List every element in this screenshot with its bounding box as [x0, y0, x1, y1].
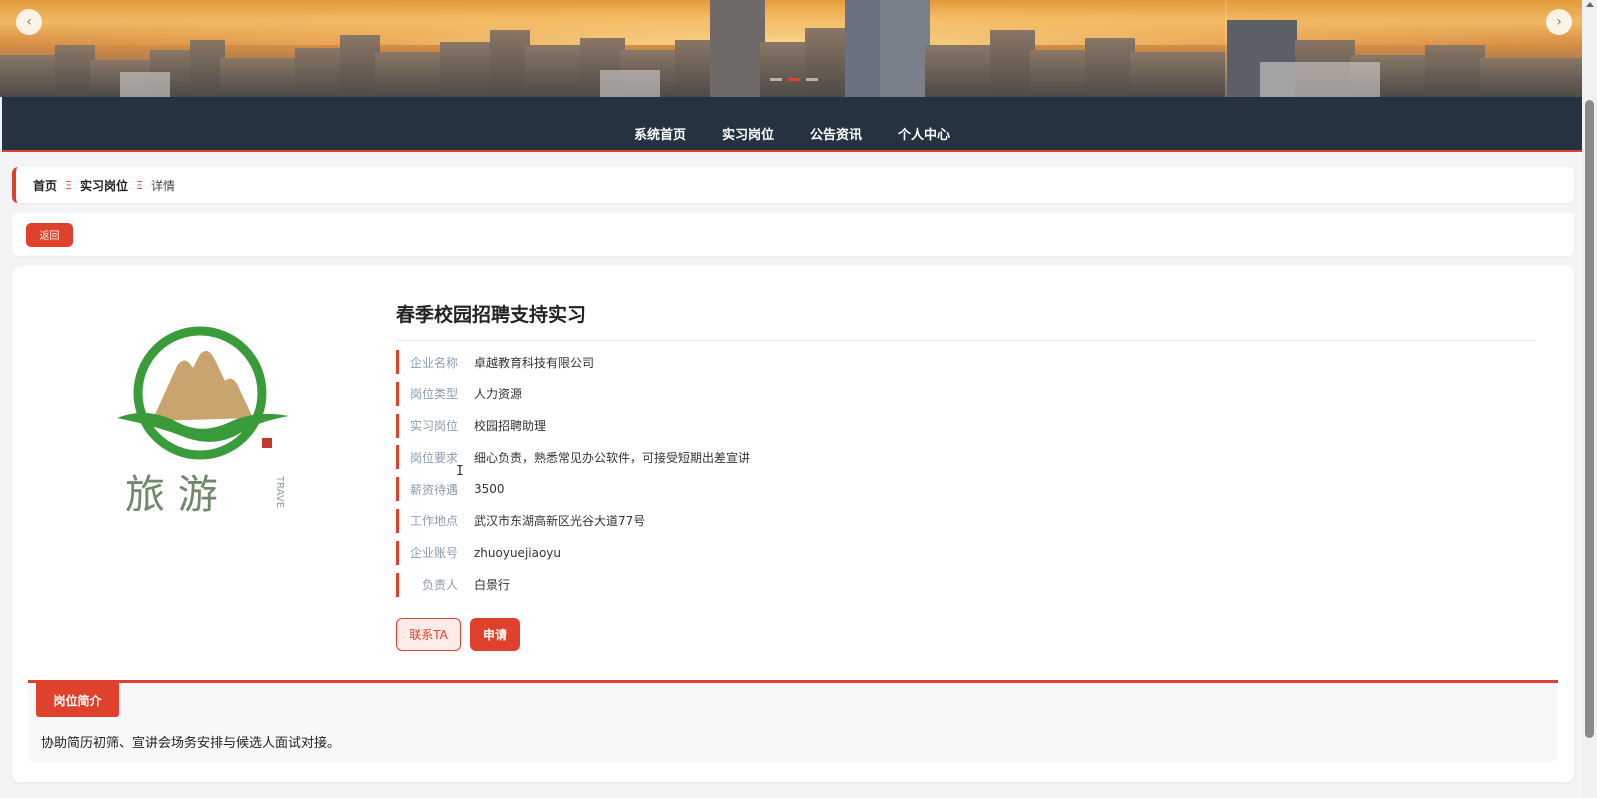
- job-title: 春季校园招聘支持实习: [396, 304, 587, 326]
- info-label: 岗位类型: [409, 387, 458, 402]
- info-row-account: 企业账号 zhuoyuejiaoyu: [396, 540, 750, 565]
- job-detail-card: 旅 游 TRAVE 春季校园招聘支持实习 企业名称 卓越教育科技有限公司 岗位类…: [12, 266, 1574, 782]
- city-skyline-image: [0, 0, 1582, 97]
- nav-item-home[interactable]: 系统首页: [616, 124, 704, 143]
- logo-text: 旅 游: [125, 472, 218, 518]
- text-cursor-icon: I: [456, 464, 464, 479]
- info-value: 卓越教育科技有限公司: [474, 355, 595, 370]
- info-row-job-type: 岗位类型 人力资源: [396, 381, 750, 406]
- page-scrollbar[interactable]: [1582, 0, 1597, 798]
- info-value: 3500: [474, 482, 505, 497]
- carousel-dot[interactable]: [770, 78, 782, 81]
- nav-item-announcements[interactable]: 公告资讯: [792, 124, 880, 143]
- info-row-requirements: 岗位要求 细心负责，熟悉常见办公软件，可接受短期出差宣讲: [396, 445, 751, 470]
- nav-item-profile[interactable]: 个人中心: [880, 124, 968, 143]
- hero-banner: ‹ ›: [0, 0, 1582, 97]
- info-label: 企业名称: [409, 355, 458, 370]
- back-button[interactable]: 返回: [26, 222, 73, 247]
- job-description-section: 岗位简介 协助简历初筛、宣讲会场务安排与候选人面试对接。: [28, 680, 1558, 762]
- breadcrumb-separator-icon: Ξ: [65, 178, 72, 192]
- chevron-right-icon: ›: [1556, 14, 1562, 30]
- carousel-indicators: [770, 78, 818, 81]
- info-label: 实习岗位: [409, 419, 458, 434]
- info-row-location: 工作地点 武汉市东湖高新区光谷大道77号: [396, 508, 750, 533]
- info-value: 细心负责，熟悉常见办公软件，可接受短期出差宣讲: [474, 450, 751, 465]
- scrollbar-thumb[interactable]: [1585, 100, 1594, 738]
- job-description-text: 协助简历初筛、宣讲会场务安排与候选人面试对接。: [41, 736, 341, 751]
- info-value: 人力资源: [474, 387, 523, 402]
- chevron-left-icon: ‹: [26, 14, 32, 30]
- tab-job-description[interactable]: 岗位简介: [36, 683, 119, 717]
- carousel-prev-button[interactable]: ‹: [16, 9, 42, 35]
- info-value: 白景行: [474, 578, 511, 593]
- info-row-contact-person: 负责人 白景行: [396, 572, 750, 597]
- breadcrumb-current: 详情: [150, 178, 175, 193]
- info-row-company: 企业名称 卓越教育科技有限公司: [396, 350, 750, 374]
- info-row-position: 实习岗位 校园招聘助理: [396, 413, 750, 438]
- info-row-salary: 薪资待遇 3500: [396, 477, 750, 502]
- nav-item-internships[interactable]: 实习岗位: [704, 124, 792, 143]
- job-actions: 联系TA 申请: [396, 618, 520, 651]
- info-label: 企业账号: [409, 546, 458, 561]
- info-label: 工作地点: [409, 514, 458, 529]
- carousel-dot[interactable]: [806, 78, 818, 81]
- info-value: 校园招聘助理: [474, 419, 547, 434]
- title-divider: [396, 340, 1536, 341]
- main-nav: 系统首页 实习岗位 公告资讯 个人中心: [2, 97, 1582, 152]
- back-toolbar: 返回: [12, 213, 1574, 256]
- logo-side-text: TRAVE: [274, 475, 285, 508]
- info-label: 薪资待遇: [409, 482, 458, 497]
- carousel-dot-active[interactable]: [788, 78, 800, 81]
- job-info-list: 企业名称 卓越教育科技有限公司 岗位类型 人力资源 实习岗位 校园招聘助理 岗位…: [396, 350, 750, 604]
- contact-button[interactable]: 联系TA: [396, 618, 461, 651]
- scroll-up-icon[interactable]: [1586, 2, 1594, 7]
- breadcrumb-separator-icon: Ξ: [135, 178, 143, 192]
- apply-button[interactable]: 申请: [470, 618, 520, 651]
- info-value: zhuoyuejiaoyu: [474, 545, 562, 560]
- breadcrumb-section[interactable]: 实习岗位: [80, 177, 128, 194]
- breadcrumb-home[interactable]: 首页: [33, 177, 57, 194]
- breadcrumb: 首页 Ξ 实习岗位 Ξ 详情: [12, 167, 1574, 203]
- carousel-next-button[interactable]: ›: [1546, 9, 1572, 35]
- company-logo-image: 旅 游 TRAVE: [117, 326, 289, 518]
- info-label: 负责人: [421, 578, 458, 593]
- banner-divider: [1225, 0, 1227, 97]
- info-value: 武汉市东湖高新区光谷大道77号: [474, 514, 646, 529]
